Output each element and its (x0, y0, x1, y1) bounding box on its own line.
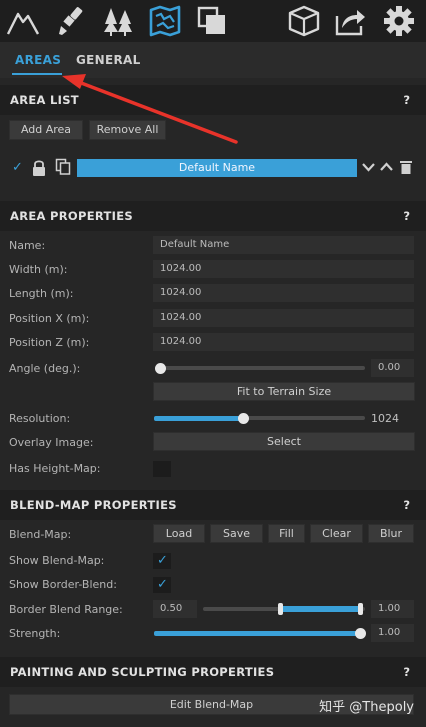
position-x-label: Position X (m): (9, 312, 90, 325)
position-z-label: Position Z (m): (9, 336, 90, 349)
fill-button[interactable]: Fill (268, 524, 305, 543)
check-icon: ✓ (157, 577, 168, 592)
show-border-blend-label: Show Border-Blend: (9, 578, 117, 591)
tab-general[interactable]: GENERAL (76, 53, 141, 67)
gear-icon[interactable] (382, 4, 416, 38)
export-icon[interactable] (333, 4, 367, 38)
help-icon[interactable]: ? (403, 665, 410, 679)
slider-track (158, 366, 365, 370)
blend-map-header[interactable]: BLEND-MAP PROPERTIES ? (0, 490, 426, 520)
help-icon[interactable]: ? (403, 209, 410, 223)
map-icon[interactable] (148, 4, 182, 38)
layers-icon[interactable] (195, 4, 229, 38)
slider-fill (154, 416, 243, 421)
slider-fill (154, 631, 360, 636)
active-tab-indicator (12, 73, 62, 75)
top-toolbar (0, 0, 426, 42)
show-blend-map-checkbox[interactable]: ✓ (153, 553, 171, 569)
slider-thumb[interactable] (237, 413, 249, 424)
help-icon[interactable]: ? (403, 498, 410, 512)
save-button[interactable]: Save (210, 524, 263, 543)
delete-icon[interactable] (400, 160, 412, 174)
show-blend-map-label: Show Blend-Map: (9, 554, 105, 567)
watermark: 知乎 @Thepoly (319, 700, 414, 715)
help-icon[interactable]: ? (403, 93, 410, 107)
width-field[interactable]: 1024.00 (153, 260, 414, 278)
border-min-field[interactable]: 0.50 (153, 600, 197, 618)
load-button[interactable]: Load (153, 524, 205, 543)
height-map-checkbox[interactable] (153, 461, 171, 477)
trees-icon[interactable] (101, 4, 135, 38)
lock-icon[interactable] (32, 159, 46, 176)
section-title: AREA LIST (10, 93, 79, 107)
strength-label: Strength: (9, 627, 61, 640)
chevron-up-icon[interactable] (380, 161, 393, 173)
width-label: Width (m): (9, 263, 68, 276)
painting-header[interactable]: PAINTING AND SCULPTING PROPERTIES ? (0, 657, 426, 687)
select-image-button[interactable]: Select (153, 432, 415, 451)
mountain-icon[interactable] (6, 4, 40, 38)
slider-thumb[interactable] (155, 363, 166, 374)
range-handle-max[interactable] (358, 603, 363, 615)
area-name-row[interactable]: Default Name (77, 159, 357, 177)
resolution-value: 1024 (371, 412, 399, 425)
name-label: Name: (9, 239, 46, 252)
slider-fill (281, 606, 361, 612)
clear-button[interactable]: Clear (310, 524, 363, 543)
range-handle-min[interactable] (278, 603, 283, 615)
border-blend-range-label: Border Blend Range: (9, 603, 123, 616)
fit-to-terrain-button[interactable]: Fit to Terrain Size (153, 382, 415, 401)
area-list-header[interactable]: AREA LIST ? (0, 85, 426, 115)
angle-label: Angle (deg.): (9, 362, 81, 375)
section-title: PAINTING AND SCULPTING PROPERTIES (10, 665, 275, 679)
name-field[interactable]: Default Name (153, 236, 414, 254)
chevron-down-icon[interactable] (362, 161, 375, 173)
slider-thumb[interactable] (355, 628, 366, 639)
strength-field[interactable]: 1.00 (371, 624, 414, 642)
tab-areas[interactable]: AREAS (15, 53, 61, 67)
height-map-label: Has Height-Map: (9, 462, 101, 475)
blur-button[interactable]: Blur (368, 524, 414, 543)
section-title: AREA PROPERTIES (10, 209, 133, 223)
area-properties-header[interactable]: AREA PROPERTIES ? (0, 201, 426, 231)
show-border-blend-checkbox[interactable]: ✓ (153, 577, 171, 593)
box-icon[interactable] (287, 4, 321, 38)
visible-check-icon[interactable]: ✓ (12, 161, 23, 175)
section-title: BLEND-MAP PROPERTIES (10, 498, 177, 512)
brush-icon[interactable] (56, 4, 90, 38)
overlay-image-label: Overlay Image: (9, 436, 94, 449)
check-icon: ✓ (157, 553, 168, 568)
resolution-label: Resolution: (9, 412, 71, 425)
remove-all-button[interactable]: Remove All (89, 120, 166, 140)
length-label: Length (m): (9, 287, 74, 300)
blend-map-label: Blend-Map: (9, 528, 72, 541)
length-field[interactable]: 1024.00 (153, 284, 414, 302)
add-area-button[interactable]: Add Area (9, 120, 83, 140)
angle-field[interactable]: 0.00 (371, 359, 414, 377)
border-max-field[interactable]: 1.00 (371, 600, 414, 618)
position-x-field[interactable]: 1024.00 (153, 309, 414, 327)
position-z-field[interactable]: 1024.00 (153, 333, 414, 351)
tab-bar: AREAS GENERAL (0, 42, 426, 78)
copy-icon[interactable] (55, 158, 71, 175)
